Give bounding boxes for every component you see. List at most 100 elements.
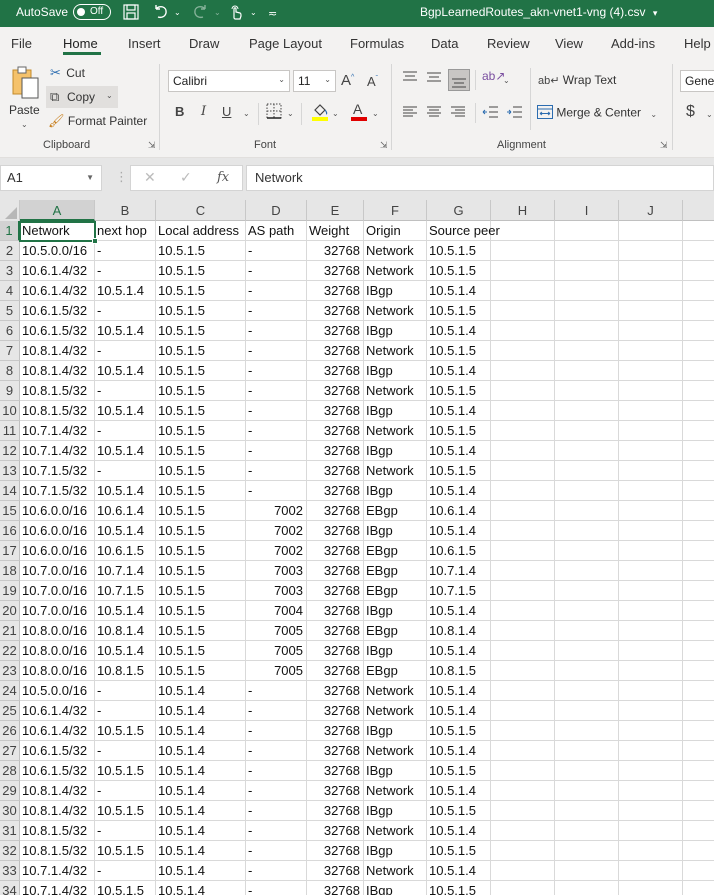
cell-f30[interactable]: IBgp [364, 801, 427, 821]
cell-h27[interactable] [491, 741, 555, 761]
cell-i18[interactable] [555, 561, 619, 581]
cell-e32[interactable]: 32768 [307, 841, 364, 861]
cell-k25[interactable] [683, 701, 714, 721]
cell-a15[interactable]: 10.6.0.0/16 [20, 501, 95, 521]
cell-j17[interactable] [619, 541, 683, 561]
cell-a31[interactable]: 10.8.1.5/32 [20, 821, 95, 841]
align-center-icon[interactable] [427, 105, 441, 121]
cell-e2[interactable]: 32768 [307, 241, 364, 261]
cell-k8[interactable] [683, 361, 714, 381]
cell-b12[interactable]: 10.5.1.4 [95, 441, 156, 461]
cell-b3[interactable]: - [95, 261, 156, 281]
row-header[interactable]: 23 [0, 661, 20, 681]
cell-k29[interactable] [683, 781, 714, 801]
cell-f4[interactable]: IBgp [364, 281, 427, 301]
cell-d6[interactable]: - [246, 321, 307, 341]
orientation-icon[interactable]: ab↗ [482, 69, 505, 83]
wrap-text-button[interactable]: ab↵ Wrap Text [538, 73, 616, 87]
paste-button[interactable]: Paste ⌄ [6, 64, 44, 134]
cell-g24[interactable]: 10.5.1.4 [427, 681, 491, 701]
cell-g34[interactable]: 10.5.1.5 [427, 881, 491, 895]
copy-button[interactable]: ⧉ Copy ⌄ [46, 86, 118, 108]
cell-d14[interactable]: - [246, 481, 307, 501]
cell-f27[interactable]: Network [364, 741, 427, 761]
row-header[interactable]: 8 [0, 361, 20, 381]
cell-a21[interactable]: 10.8.0.0/16 [20, 621, 95, 641]
cell-e22[interactable]: 32768 [307, 641, 364, 661]
cell-f13[interactable]: Network [364, 461, 427, 481]
cell-d17[interactable]: 7002 [246, 541, 307, 561]
cell-e13[interactable]: 32768 [307, 461, 364, 481]
cell-c4[interactable]: 10.5.1.5 [156, 281, 246, 301]
cell-g10[interactable]: 10.5.1.4 [427, 401, 491, 421]
cell-b18[interactable]: 10.7.1.4 [95, 561, 156, 581]
fill-color-icon[interactable] [311, 101, 329, 124]
tab-add-ins[interactable]: Add-ins [611, 36, 655, 51]
cell-e29[interactable]: 32768 [307, 781, 364, 801]
cell-i2[interactable] [555, 241, 619, 261]
cell-d9[interactable]: - [246, 381, 307, 401]
cell-h16[interactable] [491, 521, 555, 541]
cell-d24[interactable]: - [246, 681, 307, 701]
orientation-dropdown-icon[interactable]: ⌄ [503, 76, 510, 85]
cell-a2[interactable]: 10.5.0.0/16 [20, 241, 95, 261]
cell-h12[interactable] [491, 441, 555, 461]
cell-k14[interactable] [683, 481, 714, 501]
cell-g16[interactable]: 10.5.1.4 [427, 521, 491, 541]
cell-i7[interactable] [555, 341, 619, 361]
cell-f14[interactable]: IBgp [364, 481, 427, 501]
row-header[interactable]: 1 [0, 221, 20, 241]
cell-b24[interactable]: - [95, 681, 156, 701]
row-header[interactable]: 7 [0, 341, 20, 361]
cell-h10[interactable] [491, 401, 555, 421]
cell-d8[interactable]: - [246, 361, 307, 381]
cell-h31[interactable] [491, 821, 555, 841]
cell-b20[interactable]: 10.5.1.4 [95, 601, 156, 621]
cell-f6[interactable]: IBgp [364, 321, 427, 341]
cell-i17[interactable] [555, 541, 619, 561]
cell-h29[interactable] [491, 781, 555, 801]
cell-i25[interactable] [555, 701, 619, 721]
cell-k10[interactable] [683, 401, 714, 421]
cell-a26[interactable]: 10.6.1.4/32 [20, 721, 95, 741]
cell-b27[interactable]: - [95, 741, 156, 761]
cell-j12[interactable] [619, 441, 683, 461]
cell-e18[interactable]: 32768 [307, 561, 364, 581]
cell-a14[interactable]: 10.7.1.5/32 [20, 481, 95, 501]
cell-a9[interactable]: 10.8.1.5/32 [20, 381, 95, 401]
tab-review[interactable]: Review [487, 36, 530, 51]
cell-b33[interactable]: - [95, 861, 156, 881]
cell-k34[interactable] [683, 881, 714, 895]
cell-k12[interactable] [683, 441, 714, 461]
copy-dropdown-icon[interactable]: ⌄ [106, 91, 113, 100]
cell-k7[interactable] [683, 341, 714, 361]
cell-c9[interactable]: 10.5.1.5 [156, 381, 246, 401]
cell-i27[interactable] [555, 741, 619, 761]
row-header[interactable]: 9 [0, 381, 20, 401]
cell-f5[interactable]: Network [364, 301, 427, 321]
cell-d19[interactable]: 7003 [246, 581, 307, 601]
row-header[interactable]: 24 [0, 681, 20, 701]
cell-i21[interactable] [555, 621, 619, 641]
tab-view[interactable]: View [555, 36, 583, 51]
cell-e27[interactable]: 32768 [307, 741, 364, 761]
cell-k5[interactable] [683, 301, 714, 321]
cell-k17[interactable] [683, 541, 714, 561]
row-header[interactable]: 31 [0, 821, 20, 841]
cell-d3[interactable]: - [246, 261, 307, 281]
cell-b7[interactable]: - [95, 341, 156, 361]
cell-d12[interactable]: - [246, 441, 307, 461]
increase-font-size-icon[interactable]: A^ [341, 72, 354, 89]
cell-k31[interactable] [683, 821, 714, 841]
cell-j13[interactable] [619, 461, 683, 481]
cell-j21[interactable] [619, 621, 683, 641]
cell-d25[interactable]: - [246, 701, 307, 721]
row-header[interactable]: 5 [0, 301, 20, 321]
cell-b19[interactable]: 10.7.1.5 [95, 581, 156, 601]
cell-a8[interactable]: 10.8.1.4/32 [20, 361, 95, 381]
cell-b32[interactable]: 10.5.1.5 [95, 841, 156, 861]
cell-j20[interactable] [619, 601, 683, 621]
cell-a22[interactable]: 10.8.0.0/16 [20, 641, 95, 661]
cell-e21[interactable]: 32768 [307, 621, 364, 641]
cell-h6[interactable] [491, 321, 555, 341]
